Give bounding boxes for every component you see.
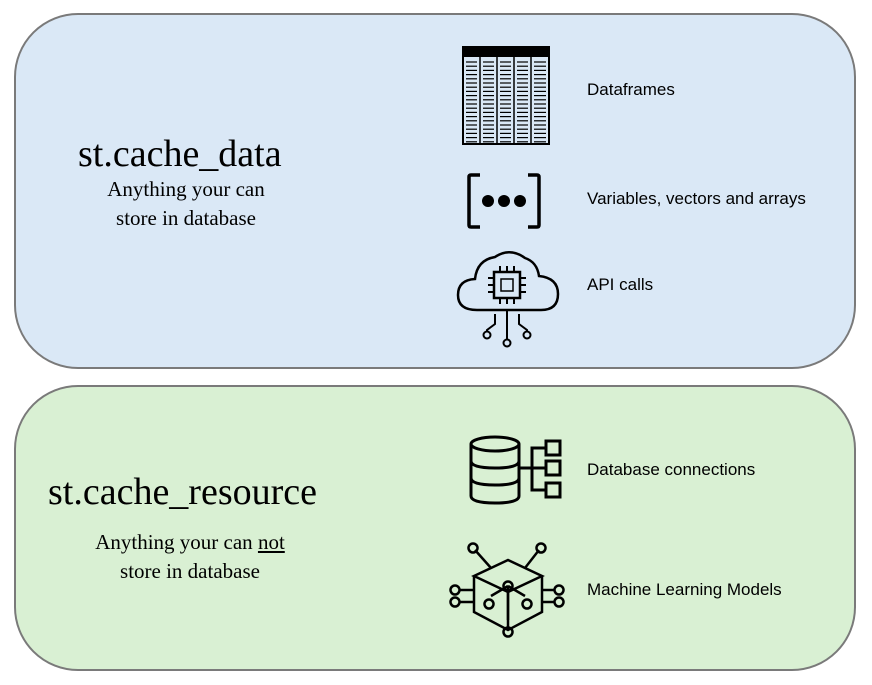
- cache-data-title: st.cache_data: [78, 133, 282, 175]
- ml-cube-icon: [449, 542, 565, 638]
- cache-data-subtitle: Anything your can store in database: [96, 175, 276, 233]
- item-label-ml-models: Machine Learning Models: [587, 580, 782, 599]
- table-icon: [462, 46, 550, 145]
- cache-data-subtitle-line1: Anything your can: [107, 177, 265, 201]
- item-label-api-calls: API calls: [587, 275, 654, 294]
- cache-resource-subtitle-line2: store in database: [120, 559, 260, 583]
- item-label-database-connections: Database connections: [587, 460, 756, 479]
- cache-resource-subtitle-line1: Anything your can not: [80, 528, 300, 557]
- cloud-chip-icon: [456, 251, 560, 348]
- cache-resource-subtitle-pre: Anything your can: [95, 530, 258, 554]
- brackets-dots-icon: [467, 173, 541, 229]
- cache-resource-title: st.cache_resource: [48, 471, 318, 513]
- cache-resource-subtitle-not: not: [257, 530, 285, 554]
- cache-data-subtitle-line2: store in database: [116, 206, 256, 230]
- database-network-icon: [469, 435, 562, 505]
- item-label-dataframes: Dataframes: [587, 80, 675, 99]
- cache-resource-subtitle: Anything your can not store in database: [80, 528, 300, 586]
- item-label-variables: Variables, vectors and arrays: [587, 189, 806, 208]
